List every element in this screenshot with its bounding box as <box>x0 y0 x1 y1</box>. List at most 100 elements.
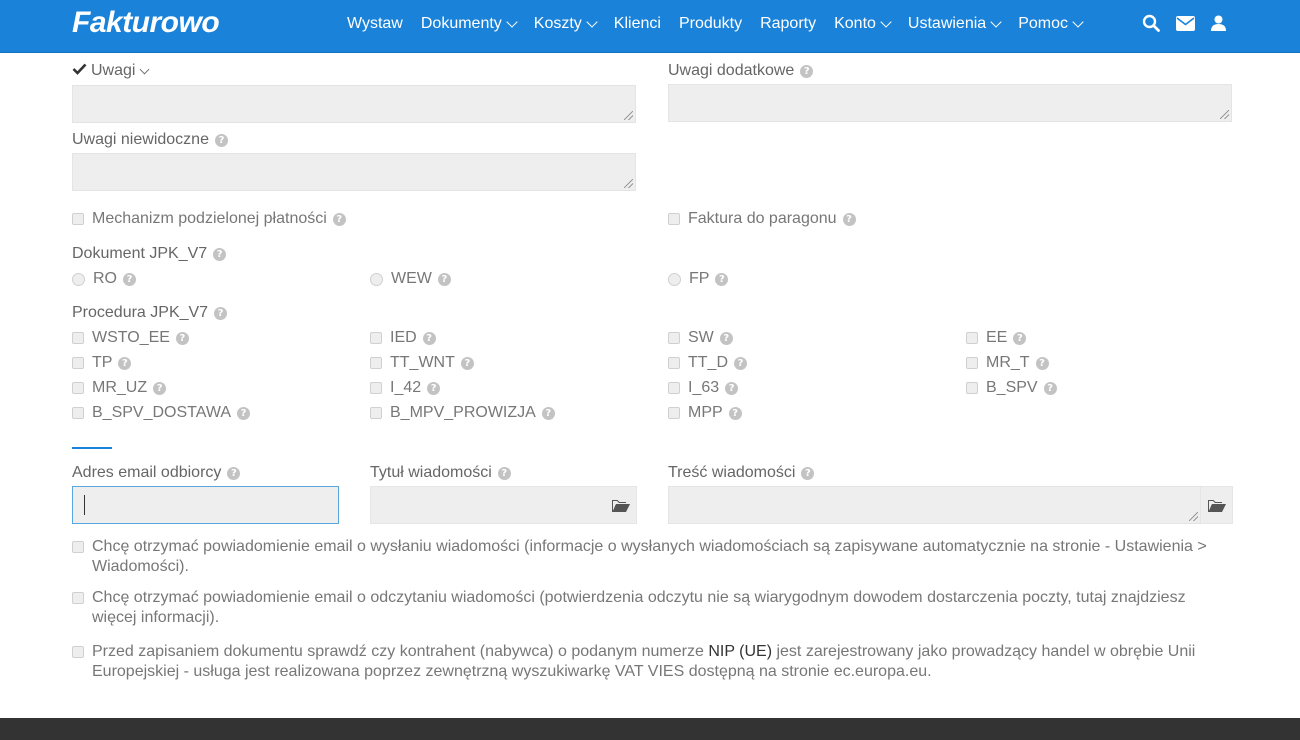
vies-check-option[interactable]: Przed zapisaniem dokumentu sprawdź czy k… <box>72 642 1232 682</box>
body-template-button[interactable] <box>1201 486 1233 524</box>
resize-grip-icon[interactable] <box>624 111 633 120</box>
faktura-paragon-checkbox[interactable] <box>668 213 680 225</box>
uwagi-dodatkowe-textarea[interactable] <box>668 84 1232 122</box>
checkbox[interactable] <box>370 357 382 369</box>
help-icon[interactable]: ? <box>728 406 742 420</box>
notify-read-option[interactable]: Chcę otrzymać powiadomienie email o odcz… <box>72 588 1232 628</box>
nav-item-wystaw[interactable]: Wystaw <box>338 15 412 33</box>
help-icon[interactable]: ? <box>227 466 241 480</box>
radio-button[interactable] <box>72 272 85 286</box>
jpk-dokument-option-ro[interactable]: RO? <box>72 270 136 288</box>
nav-item-produkty[interactable]: Produkty <box>670 15 751 33</box>
jpk-procedura-option-tt_d[interactable]: TT_D? <box>668 354 747 372</box>
jpk-dokument-option-fp[interactable]: FP? <box>668 270 729 288</box>
nav-item-pomoc[interactable]: Pomoc <box>1009 15 1091 33</box>
help-icon[interactable]: ? <box>800 64 814 78</box>
notify-read-checkbox[interactable] <box>72 592 84 604</box>
help-icon[interactable]: ? <box>422 331 436 345</box>
help-icon[interactable]: ? <box>1013 331 1027 345</box>
uwagi-toggle[interactable]: Uwagi <box>72 62 150 80</box>
help-icon[interactable]: ? <box>725 381 739 395</box>
checkbox[interactable] <box>966 357 978 369</box>
checkbox[interactable] <box>370 382 382 394</box>
checkbox[interactable] <box>72 407 84 419</box>
subject-field[interactable] <box>370 486 637 524</box>
radio-button[interactable] <box>668 272 681 286</box>
help-icon[interactable]: ? <box>541 406 555 420</box>
help-icon[interactable]: ? <box>842 212 856 226</box>
jpk-procedura-option-ied[interactable]: IED? <box>370 329 436 347</box>
jpk-procedura-option-b_spv_dostawa[interactable]: B_SPV_DOSTAWA? <box>72 404 250 422</box>
jpk-procedura-option-ee[interactable]: EE? <box>966 329 1027 347</box>
folder-open-icon[interactable] <box>612 499 630 513</box>
help-icon[interactable]: ? <box>214 306 228 320</box>
brand-logo[interactable]: Fakturowo <box>72 6 220 40</box>
search-icon[interactable] <box>1142 14 1160 37</box>
jpk-procedura-option-tt_wnt[interactable]: TT_WNT? <box>370 354 474 372</box>
jpk-procedura-option-mpp[interactable]: MPP? <box>668 404 742 422</box>
checkbox[interactable] <box>370 332 382 344</box>
vies-check-checkbox[interactable] <box>72 646 84 658</box>
help-icon[interactable]: ? <box>801 466 815 480</box>
help-icon[interactable]: ? <box>213 247 227 261</box>
checkbox[interactable] <box>966 332 978 344</box>
resize-grip-icon[interactable] <box>624 179 633 188</box>
help-icon[interactable]: ? <box>1043 381 1057 395</box>
checkbox[interactable] <box>668 332 680 344</box>
jpk-dokument-option-wew[interactable]: WEW? <box>370 270 451 288</box>
uwagi-niewidoczne-textarea[interactable] <box>72 153 636 191</box>
user-icon[interactable] <box>1211 15 1226 36</box>
checkbox[interactable] <box>72 332 84 344</box>
nav-item-dokumenty[interactable]: Dokumenty <box>412 15 525 33</box>
split-payment-checkbox[interactable] <box>72 213 84 225</box>
jpk-procedura-option-wsto_ee[interactable]: WSTO_EE? <box>72 329 189 347</box>
checkbox[interactable] <box>966 382 978 394</box>
jpk-procedura-option-mr_uz[interactable]: MR_UZ? <box>72 379 167 397</box>
help-icon[interactable]: ? <box>118 356 132 370</box>
help-icon[interactable]: ? <box>719 331 733 345</box>
split-payment-option[interactable]: Mechanizm podzielonej płatności ? <box>72 210 346 228</box>
uwagi-textarea[interactable] <box>72 85 636 123</box>
nav-item-klienci[interactable]: Klienci <box>605 15 670 33</box>
notify-sent-checkbox[interactable] <box>72 541 84 553</box>
checkbox[interactable] <box>72 382 84 394</box>
help-icon[interactable]: ? <box>734 356 747 370</box>
nav-item-konto[interactable]: Konto <box>825 15 899 33</box>
help-icon[interactable]: ? <box>715 272 729 286</box>
checkbox[interactable] <box>668 407 680 419</box>
jpk-procedura-option-tp[interactable]: TP? <box>72 354 132 372</box>
resize-grip-icon[interactable] <box>1189 512 1198 521</box>
help-icon[interactable]: ? <box>1035 356 1049 370</box>
checkbox[interactable] <box>72 357 84 369</box>
help-icon[interactable]: ? <box>460 356 474 370</box>
help-icon[interactable]: ? <box>175 331 189 345</box>
help-icon[interactable]: ? <box>437 272 451 286</box>
notify-sent-option[interactable]: Chcę otrzymać powiadomienie email o wysł… <box>72 537 1232 577</box>
resize-grip-icon[interactable] <box>1220 110 1229 119</box>
nav-item-ustawienia[interactable]: Ustawienia <box>899 15 1009 33</box>
checkbox[interactable] <box>668 382 680 394</box>
nav-item-koszty[interactable]: Koszty <box>525 15 605 33</box>
jpk-procedura-option-mr_t[interactable]: MR_T? <box>966 354 1049 372</box>
folder-open-icon[interactable] <box>1208 499 1226 513</box>
help-icon[interactable]: ? <box>237 406 250 420</box>
faktura-paragon-option[interactable]: Faktura do paragonu ? <box>668 210 856 228</box>
jpk-procedura-option-i_63[interactable]: I_63? <box>668 379 739 397</box>
envelope-icon[interactable] <box>1176 15 1195 36</box>
help-icon[interactable]: ? <box>497 466 511 480</box>
help-icon[interactable]: ? <box>427 381 441 395</box>
jpk-procedura-option-sw[interactable]: SW? <box>668 329 733 347</box>
jpk-procedura-option-b_spv[interactable]: B_SPV? <box>966 379 1057 397</box>
checkbox[interactable] <box>370 407 382 419</box>
help-icon[interactable]: ? <box>332 212 346 226</box>
help-icon[interactable]: ? <box>214 133 228 147</box>
radio-button[interactable] <box>370 272 383 286</box>
jpk-procedura-option-b_mpv_prowizja[interactable]: B_MPV_PROWIZJA? <box>370 404 555 422</box>
checkbox[interactable] <box>668 357 680 369</box>
help-icon[interactable]: ? <box>153 381 167 395</box>
nav-item-raporty[interactable]: Raporty <box>751 15 825 33</box>
email-field[interactable] <box>72 486 339 524</box>
jpk-procedura-option-i_42[interactable]: I_42? <box>370 379 441 397</box>
body-textarea[interactable] <box>668 486 1201 524</box>
help-icon[interactable]: ? <box>123 272 136 286</box>
